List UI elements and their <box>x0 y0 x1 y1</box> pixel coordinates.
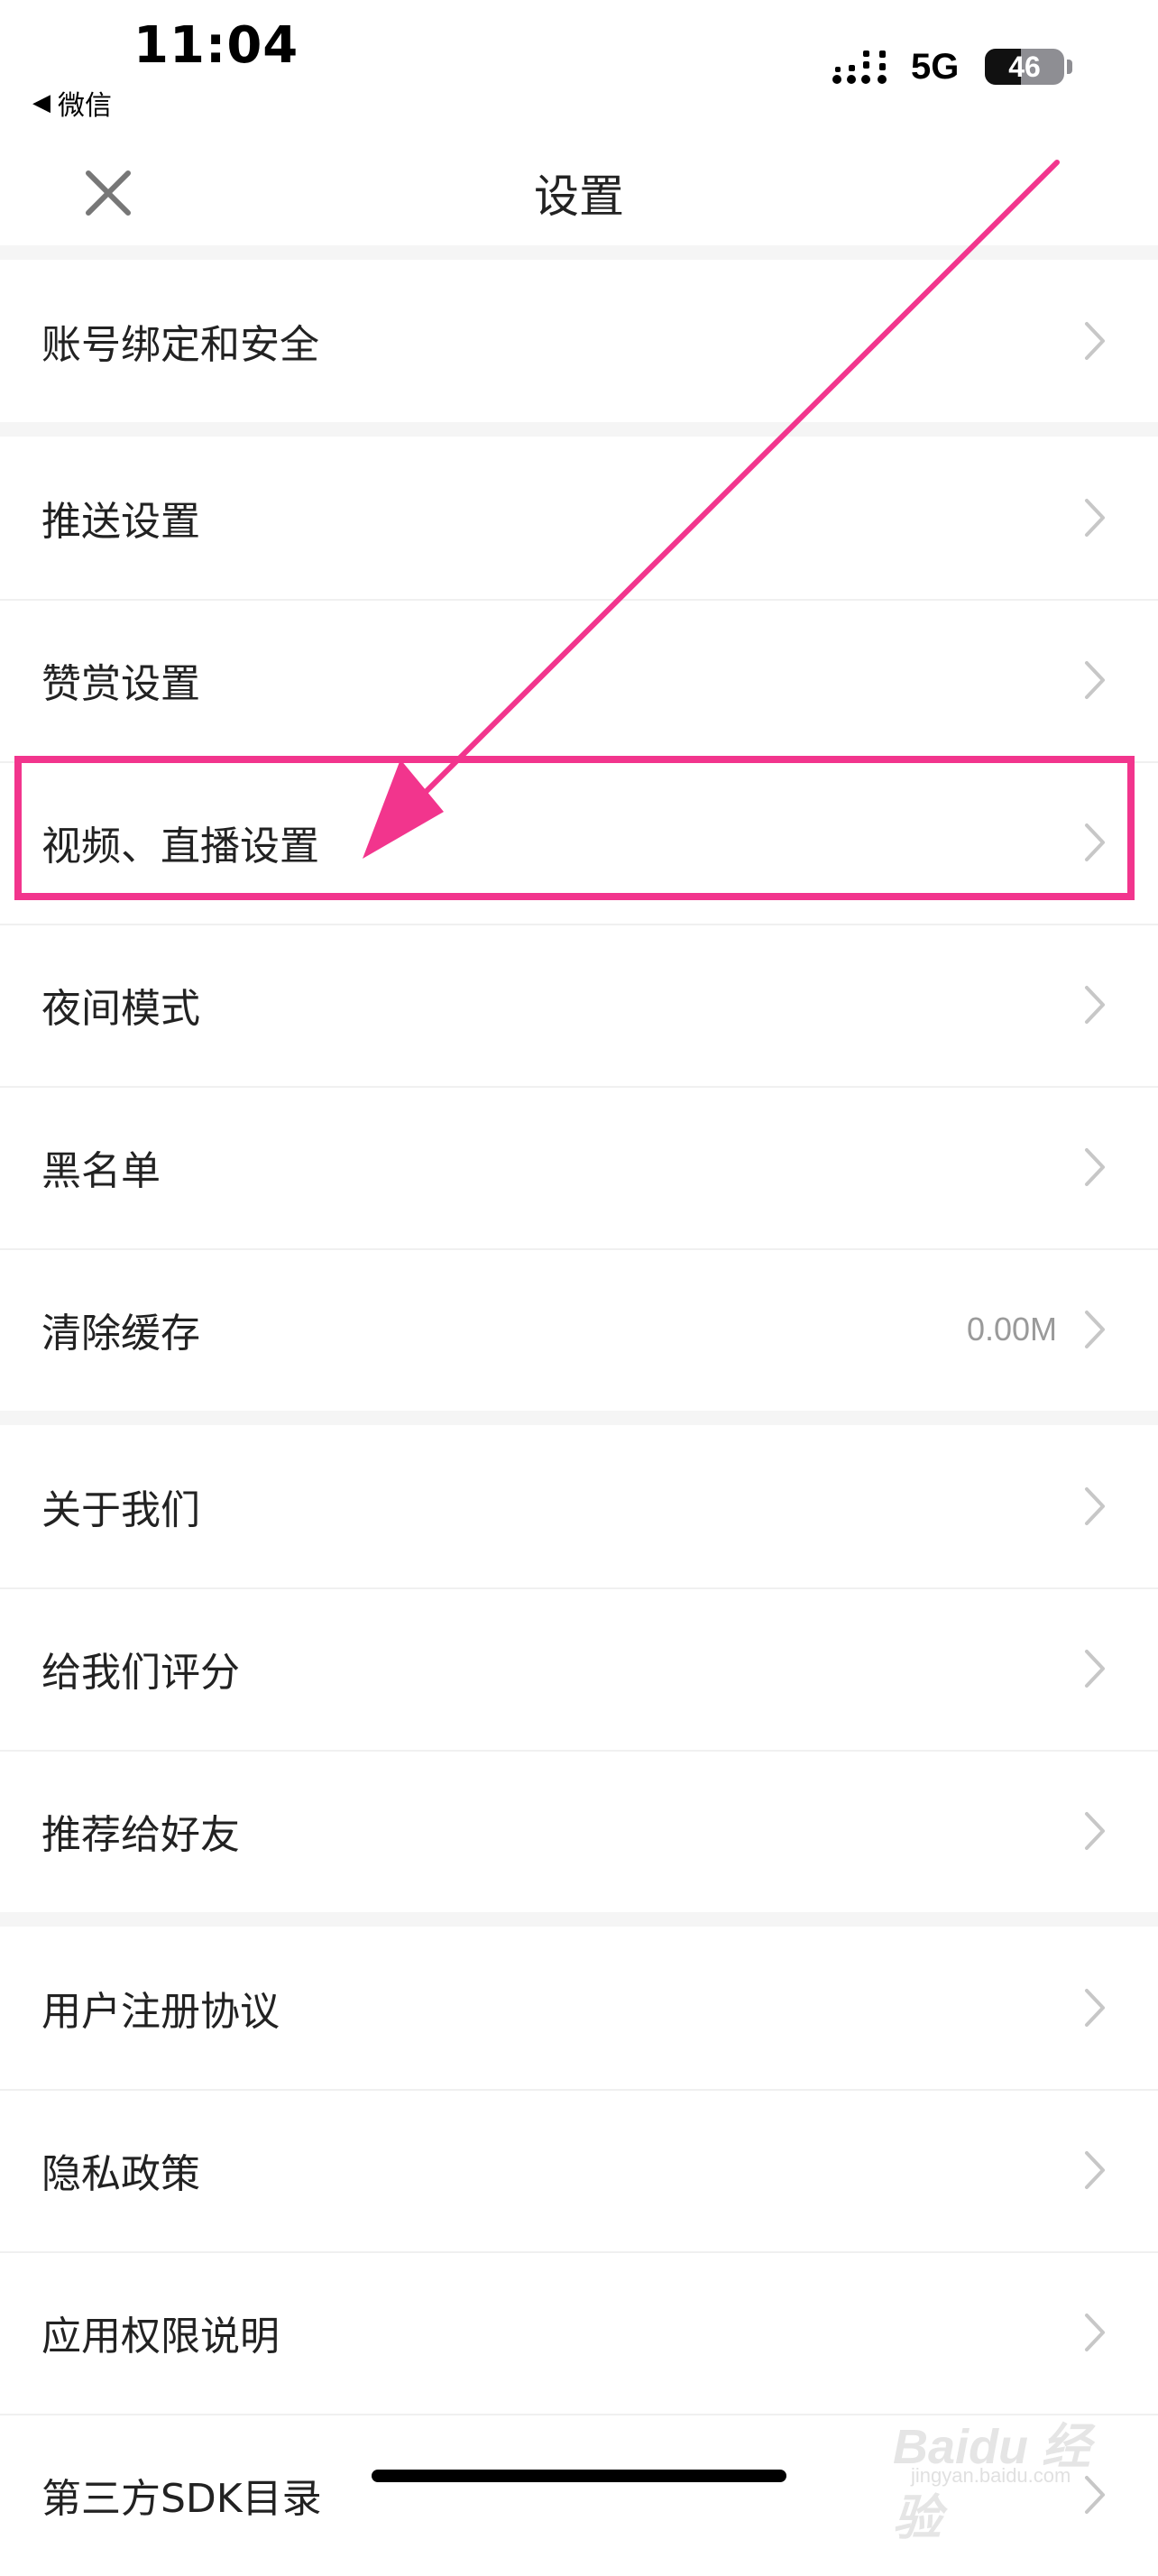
settings-item-blacklist[interactable]: 黑名单 <box>0 1086 1158 1248</box>
settings-item-label: 清除缓存 <box>41 1311 200 1357</box>
chevron-right-icon <box>1077 314 1113 368</box>
settings-item-label: 关于我们 <box>41 1487 200 1533</box>
back-triangle-icon: ◀ <box>32 89 51 116</box>
settings-item-label: 账号绑定和安全 <box>41 322 319 368</box>
battery-icon: 46 <box>985 49 1064 85</box>
chevron-right-icon <box>1077 1981 1113 2035</box>
nav-bar: 设置 <box>0 126 1158 245</box>
settings-item-clear-cache[interactable]: 清除缓存 0.00M <box>0 1248 1158 1411</box>
signal-icon <box>832 51 887 84</box>
chevron-right-icon <box>1077 815 1113 869</box>
settings-item-user-agreement[interactable]: 用户注册协议 <box>0 1927 1158 2089</box>
settings-item-label: 赞赏设置 <box>41 661 200 707</box>
settings-item-label: 推荐给好友 <box>41 1812 240 1858</box>
settings-item-label: 应用权限说明 <box>41 2314 280 2360</box>
group-separator <box>0 422 1158 437</box>
settings-list: 账号绑定和安全 推送设置 赞赏设置 视频、直播设置 夜间模式 黑名单 清除缓存 … <box>0 245 1158 2576</box>
settings-item-rate-us[interactable]: 给我们评分 <box>0 1587 1158 1750</box>
chevron-right-icon <box>1077 1479 1113 1533</box>
settings-item-push[interactable]: 推送设置 <box>0 437 1158 599</box>
settings-item-label: 推送设置 <box>41 499 200 545</box>
chevron-right-icon <box>1077 653 1113 707</box>
settings-item-label: 黑名单 <box>41 1148 161 1194</box>
baidu-watermark: Baidu 经验 jingyan.baidu.com <box>884 2381 1136 2545</box>
chevron-right-icon <box>1077 978 1113 1032</box>
chevron-right-icon <box>1077 1804 1113 1858</box>
status-time: 11:04 <box>133 16 299 75</box>
settings-item-recommend[interactable]: 推荐给好友 <box>0 1750 1158 1912</box>
group-separator <box>0 1912 1158 1927</box>
chevron-right-icon <box>1077 2143 1113 2197</box>
chevron-right-icon <box>1077 491 1113 545</box>
battery-level: 46 <box>1008 51 1041 83</box>
page-title: 设置 <box>534 170 624 223</box>
chevron-right-icon <box>1077 1302 1113 1357</box>
settings-item-reward[interactable]: 赞赏设置 <box>0 599 1158 761</box>
back-to-app-link[interactable]: ◀ 微信 <box>32 83 112 123</box>
settings-item-label: 视频、直播设置 <box>41 823 319 869</box>
settings-item-account-security[interactable]: 账号绑定和安全 <box>0 260 1158 422</box>
settings-item-about-us[interactable]: 关于我们 <box>0 1425 1158 1587</box>
cache-size-value: 0.00M <box>966 1311 1057 1348</box>
group-separator <box>0 1411 1158 1425</box>
watermark-url: jingyan.baidu.com <box>911 2464 1071 2487</box>
chevron-right-icon <box>1077 1140 1113 1194</box>
settings-item-label: 隐私政策 <box>41 2151 200 2197</box>
settings-item-night-mode[interactable]: 夜间模式 <box>0 924 1158 1086</box>
chevron-right-icon <box>1077 2305 1113 2360</box>
home-indicator[interactable] <box>372 2470 786 2482</box>
settings-item-label: 夜间模式 <box>41 986 200 1032</box>
battery-cap <box>1067 60 1072 74</box>
chevron-right-icon <box>1077 1642 1113 1696</box>
settings-item-privacy-policy[interactable]: 隐私政策 <box>0 2089 1158 2251</box>
status-bar: 11:04 ◀ 微信 5G 46 <box>0 0 1158 126</box>
network-type: 5G <box>911 47 960 87</box>
settings-item-video-live[interactable]: 视频、直播设置 <box>0 761 1158 924</box>
group-separator <box>0 245 1158 260</box>
settings-item-label: 用户注册协议 <box>41 1989 280 2035</box>
back-app-label: 微信 <box>58 90 112 122</box>
settings-item-label: 给我们评分 <box>41 1650 240 1696</box>
